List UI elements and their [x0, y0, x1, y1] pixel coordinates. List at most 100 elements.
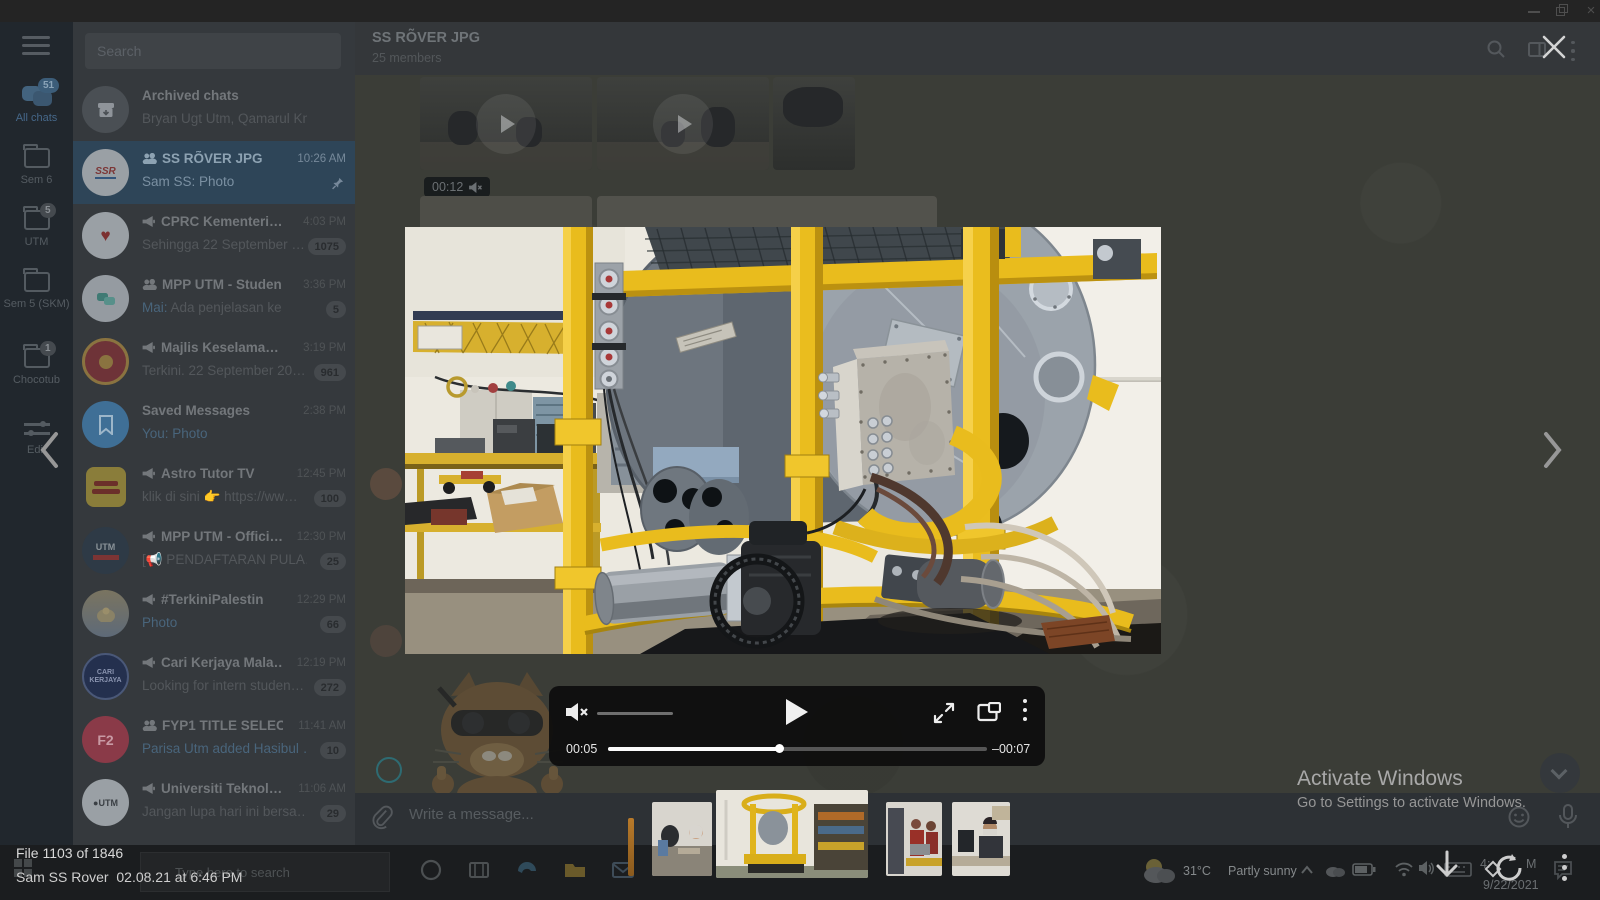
chat-time: 3:36 PM — [303, 279, 346, 291]
search-input[interactable] — [85, 33, 341, 69]
window-titlebar: × — [0, 0, 1600, 22]
volume-slider[interactable] — [597, 712, 673, 715]
tray-expand-icon[interactable] — [1300, 865, 1314, 875]
avatar: ●UTM — [82, 779, 129, 826]
picture-in-picture-icon[interactable] — [977, 702, 1001, 723]
chat-list-item-majlis[interactable]: Majlis Keselama… 3:19 PM Terkini. 22 Sep… — [73, 330, 355, 393]
chat-preview: Jangan lupa hari ini bersa… — [142, 804, 307, 819]
channel-icon — [142, 594, 156, 605]
channel-icon — [142, 531, 156, 542]
media-thumbnail-selected[interactable] — [716, 790, 868, 878]
rail-item-utm[interactable]: 5 UTM — [0, 210, 73, 248]
chat-list-item-saved-messages[interactable]: Saved Messages 2:38 PM You: Photo — [73, 393, 355, 456]
channel-icon — [142, 342, 156, 353]
more-options-icon[interactable] — [1571, 41, 1591, 61]
weather-temperature[interactable]: 31°C — [1183, 864, 1211, 878]
battery-icon[interactable] — [1352, 863, 1376, 876]
media-thumbnail[interactable] — [652, 802, 712, 876]
cortana-icon[interactable] — [418, 857, 444, 883]
chat-time: 11:41 AM — [298, 720, 346, 732]
fullscreen-icon[interactable] — [933, 702, 955, 724]
close-viewer-button[interactable] — [1541, 34, 1567, 60]
chat-members-count: 25 members — [372, 51, 441, 65]
avatar — [82, 590, 129, 637]
rail-item-chocotub[interactable]: 1 Chocotub — [0, 348, 73, 386]
chat-list-item-universiti[interactable]: ●UTM Universiti Teknol… 11:06 AM Jangan … — [73, 771, 355, 834]
chat-name: MPP UTM - Offici… — [161, 529, 283, 544]
viewed-photo[interactable] — [405, 227, 1161, 654]
rail-item-all-chats[interactable]: 51 All chats — [0, 84, 73, 124]
video-message[interactable] — [420, 77, 592, 170]
rail-item-label: Sem 5 (SKM) — [0, 298, 73, 310]
chat-name: FYP1 TITLE SELEC… — [162, 718, 283, 733]
chat-name: Saved Messages — [142, 403, 250, 418]
window-close-button[interactable]: × — [1584, 4, 1598, 18]
video-message[interactable] — [773, 77, 855, 170]
file-author[interactable]: Sam SS Rover — [16, 869, 109, 885]
previous-media-button[interactable] — [36, 430, 62, 470]
chat-time: 12:19 PM — [297, 657, 346, 669]
task-view-icon[interactable] — [466, 857, 492, 883]
rov-workshop-photo — [405, 227, 1161, 654]
microphone-icon[interactable] — [1557, 803, 1579, 831]
window-restore-button[interactable] — [1556, 4, 1570, 18]
attach-icon[interactable] — [371, 805, 397, 833]
wifi-icon[interactable] — [1394, 861, 1414, 877]
chat-name: Astro Tutor TV — [161, 466, 255, 481]
chat-list-item-cari-kerjaya[interactable]: CARIKERJAYA Cari Kerjaya Mala… 12:19 PM … — [73, 645, 355, 708]
rotate-icon[interactable] — [1484, 852, 1526, 884]
search-icon[interactable] — [1486, 39, 1506, 59]
unread-badge: 25 — [320, 553, 346, 570]
chat-list-item-ss-rover[interactable]: SSR SS RÕVER JPG 10:26 AM Sam SS: Photo — [73, 141, 355, 204]
mute-icon[interactable] — [565, 701, 589, 723]
chat-name: CPRC Kementeri… — [161, 214, 283, 229]
weather-icon[interactable] — [1140, 855, 1176, 887]
chat-time: 12:45 PM — [297, 468, 346, 480]
remaining-time: –00:07 — [992, 742, 1030, 756]
chat-preview: Terkini. 22 September 20… — [142, 363, 306, 378]
chat-list-item-astro[interactable]: Astro Tutor TV 12:45 PM klik di sini 👉 h… — [73, 456, 355, 519]
avatar: UTM — [82, 527, 129, 574]
clock-time-fragment[interactable]: M — [1526, 857, 1536, 871]
chat-list-item-terkini-palestin[interactable]: #TerkiniPalestin 12:29 PM Photo 66 — [73, 582, 355, 645]
media-thumbnail[interactable] — [952, 802, 1010, 876]
player-more-options-icon[interactable] — [1023, 699, 1027, 721]
message-avatar[interactable] — [370, 468, 402, 500]
chat-time: 11:06 AM — [298, 783, 346, 795]
message-avatar[interactable] — [376, 757, 402, 783]
onedrive-icon[interactable] — [1324, 863, 1346, 877]
channel-icon — [142, 468, 156, 479]
window-minimize-button[interactable] — [1528, 4, 1540, 13]
play-button[interactable] — [775, 690, 819, 734]
avatar — [86, 467, 126, 507]
viewer-more-options-icon[interactable] — [1562, 854, 1567, 881]
chat-list: Archived chats Bryan Ugt Utm, Qamarul Km… — [73, 22, 355, 845]
seek-bar-knob[interactable] — [775, 744, 784, 753]
rail-item-sem5-skm[interactable]: Sem 5 (SKM) — [0, 272, 73, 310]
media-thumbnail-partial[interactable] — [628, 818, 634, 876]
rail-item-sem6[interactable]: Sem 6 — [0, 148, 73, 186]
scroll-to-bottom-button[interactable] — [1540, 753, 1580, 793]
chat-list-item-mpp-official[interactable]: UTM MPP UTM - Offici… 12:30 PM [📢 PENDAF… — [73, 519, 355, 582]
video-message[interactable] — [597, 77, 769, 170]
message-avatar[interactable] — [370, 625, 402, 657]
chat-list-item-archived[interactable]: Archived chats Bryan Ugt Utm, Qamarul Km… — [73, 78, 355, 141]
unread-badge: 5 — [326, 301, 346, 318]
chat-header: SS RÕVER JPG 25 members — [355, 22, 1600, 75]
main-menu-icon[interactable] — [22, 36, 50, 56]
chat-name: Cari Kerjaya Mala… — [161, 655, 283, 670]
next-media-button[interactable] — [1540, 430, 1566, 470]
download-icon[interactable] — [1434, 850, 1460, 882]
seek-bar[interactable] — [608, 747, 987, 751]
weather-condition[interactable]: Partly sunny — [1228, 864, 1297, 878]
chat-list-item-fyp1[interactable]: F2 FYP1 TITLE SELEC… 11:41 AM Parisa Utm… — [73, 708, 355, 771]
chat-preview: Bryan Ugt Utm, Qamarul Kmj, … — [142, 111, 307, 126]
edge-icon[interactable] — [514, 857, 540, 883]
chat-list-item-mpp-studen[interactable]: MPP UTM - Studen… 3:36 PM Mai: Ada penje… — [73, 267, 355, 330]
file-explorer-icon[interactable] — [562, 857, 588, 883]
chat-name: #TerkiniPalestin — [161, 592, 264, 607]
chat-name: Majlis Keselama… — [161, 340, 279, 355]
chat-time: 2:38 PM — [303, 405, 346, 417]
chat-list-item-cprc[interactable]: ♥ CPRC Kementeri… 4:03 PM Sehingga 22 Se… — [73, 204, 355, 267]
media-thumbnail[interactable] — [886, 802, 942, 876]
